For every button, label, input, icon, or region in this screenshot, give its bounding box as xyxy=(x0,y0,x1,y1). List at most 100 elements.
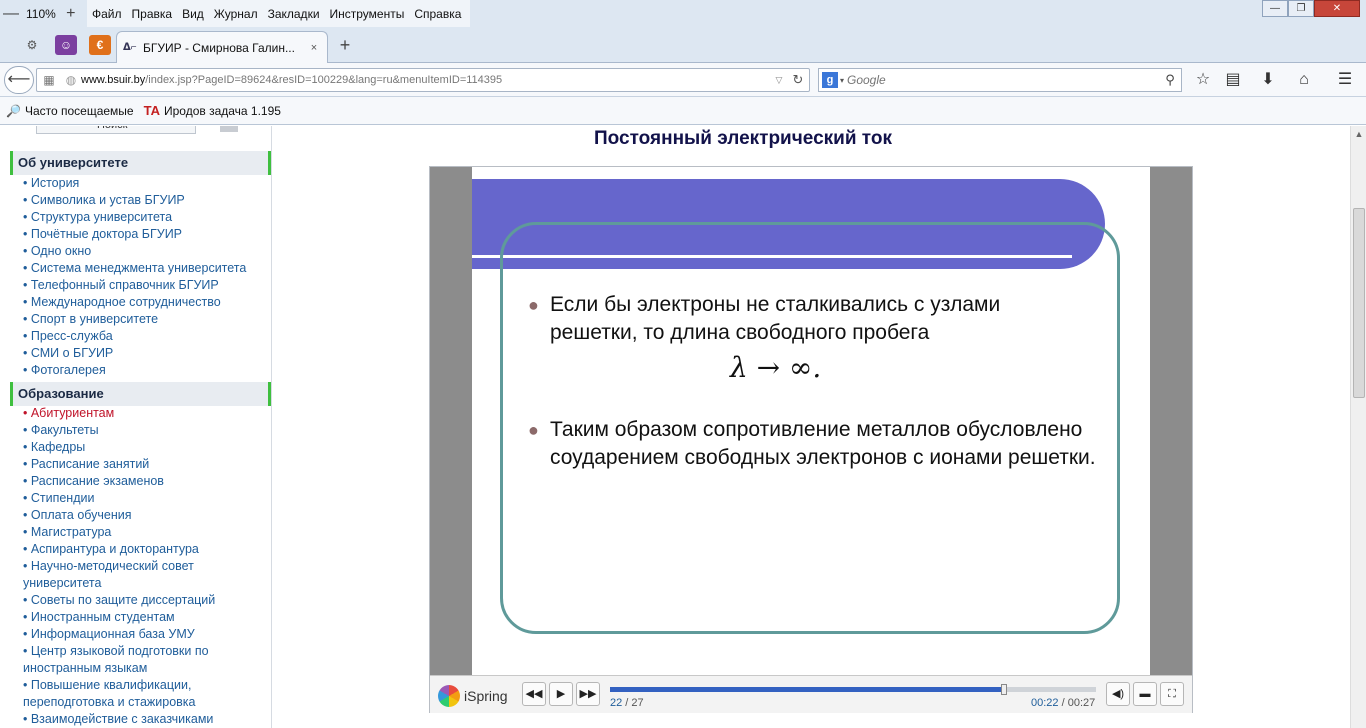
search-input[interactable] xyxy=(847,73,1159,87)
progress-track[interactable] xyxy=(610,684,1096,695)
mask-icon[interactable]: ☺ xyxy=(55,35,77,55)
bookmarks-toolbar: 🔎 Часто посещаемые TA Иродов задача 1.19… xyxy=(0,97,1366,125)
search-engine-selector[interactable]: g ▾ xyxy=(819,69,847,91)
restore-button[interactable]: ❐ xyxy=(1288,0,1314,17)
new-tab-button[interactable]: + xyxy=(335,35,355,55)
sidebar-item-tuition[interactable]: • Оплата обучения xyxy=(23,507,263,524)
page-title: Постоянный электрический ток xyxy=(594,128,892,149)
sidebar-item-exam-schedule[interactable]: • Расписание экзаменов xyxy=(23,473,263,490)
bullet-dot-icon: ● xyxy=(528,420,539,440)
next-slide-button[interactable]: ▶▶ xyxy=(576,682,600,706)
search-icon[interactable]: ⚲ xyxy=(1159,72,1181,88)
menu-history[interactable]: Журнал xyxy=(209,7,263,21)
ispring-player: ● Если бы электроны не сталкивались с уз… xyxy=(429,166,1193,713)
bookmarks-menu-icon[interactable]: ▤ xyxy=(1222,70,1244,90)
previous-slide-button[interactable]: ◀◀ xyxy=(522,682,546,706)
url-bar[interactable]: ▦ ◍ www.bsuir.by/index.jsp?PageID=89624&… xyxy=(36,68,810,92)
gear-icon[interactable]: ⚙ xyxy=(21,35,43,55)
downloads-icon[interactable]: ⬇ xyxy=(1257,70,1279,90)
window-controls: — ❐ ✕ xyxy=(1262,0,1360,17)
back-button[interactable]: ⟵ xyxy=(4,66,34,94)
bullet-dot-icon: ● xyxy=(528,295,539,315)
sidebar-item-honorary-doctors[interactable]: • Почётные доктора БГУИР xyxy=(23,226,263,243)
zoom-controls: — 110% + xyxy=(0,0,82,27)
sidebar-item-methodical-council[interactable]: • Научно-методический совет университета xyxy=(23,558,263,592)
sidebar-item-management-system[interactable]: • Система менеджмента университета xyxy=(23,260,263,277)
frequent-icon: 🔎 xyxy=(6,103,21,118)
progress-fill xyxy=(610,687,1004,692)
fullscreen-button[interactable]: ⛶ xyxy=(1160,682,1184,706)
euro-icon[interactable]: € xyxy=(89,35,111,55)
section-education[interactable]: Образование xyxy=(10,382,271,406)
reload-icon[interactable]: ↻ xyxy=(787,72,809,88)
current-slide: 22 xyxy=(610,697,623,709)
sidebar-item-masters[interactable]: • Магистратура xyxy=(23,524,263,541)
play-button[interactable]: ▶ xyxy=(549,682,573,706)
sidebar-item-scholarships[interactable]: • Стипендии xyxy=(23,490,263,507)
sidebar-item-qualification[interactable]: • Повышение квалификации, переподготовка… xyxy=(23,677,263,711)
menu-help[interactable]: Справка xyxy=(409,7,466,21)
sidebar-item-sport[interactable]: • Спорт в университете xyxy=(23,311,263,328)
sidebar-item-umu-database[interactable]: • Информационная база УМУ xyxy=(23,626,263,643)
scroll-up-icon[interactable]: ▲ xyxy=(1351,126,1366,142)
bookmark-frequent[interactable]: 🔎 Часто посещаемые xyxy=(6,104,134,118)
sidebar-item-international[interactable]: • Международное сотрудничество xyxy=(23,294,263,311)
site-search-button[interactable] xyxy=(220,126,238,132)
sidebar-item-applicants[interactable]: • Абитуриентам xyxy=(23,405,263,422)
scroll-thumb[interactable] xyxy=(1353,208,1365,398)
sidebar: Поиск Об университете • История • Символ… xyxy=(0,126,272,728)
volume-icon[interactable]: ◀) xyxy=(1106,682,1130,706)
time-display: 00:22 / 00:27 xyxy=(1031,697,1095,709)
sidebar-item-phone-directory[interactable]: • Телефонный справочник БГУИР xyxy=(23,277,263,294)
sidebar-item-customers[interactable]: • Взаимодействие с заказчиками xyxy=(23,711,263,728)
home-icon[interactable]: ⌂ xyxy=(1293,70,1315,90)
sidebar-item-postgraduate[interactable]: • Аспирантура и докторантура xyxy=(23,541,263,558)
slide-bullet-1: ● Если бы электроны не сталкивались с уз… xyxy=(528,291,1088,347)
close-window-button[interactable]: ✕ xyxy=(1314,0,1360,17)
minimize-button[interactable]: — xyxy=(1262,0,1288,17)
sidebar-item-structure[interactable]: • Структура университета xyxy=(23,209,263,226)
sidebar-item-history[interactable]: • История xyxy=(23,175,263,192)
section-about[interactable]: Об университете xyxy=(10,151,271,175)
menu-tools[interactable]: Инструменты xyxy=(325,7,410,21)
zoom-level[interactable]: 110% xyxy=(22,7,60,21)
zoom-out-button[interactable]: — xyxy=(0,3,22,25)
tab-close-icon[interactable]: × xyxy=(307,42,321,54)
menu-bookmarks[interactable]: Закладки xyxy=(263,7,325,21)
sidebar-item-faculties[interactable]: • Факультеты xyxy=(23,422,263,439)
tab-bsuir[interactable]: ᐃ⌐ БГУИР - Смирнова Галин... × xyxy=(116,31,328,63)
hamburger-menu-icon[interactable]: ☰ xyxy=(1334,70,1356,90)
sidebar-item-media[interactable]: • СМИ о БГУИР xyxy=(23,345,263,362)
site-search-field[interactable]: Поиск xyxy=(36,126,196,134)
page-content: Поиск Об университете • История • Символ… xyxy=(0,126,1350,728)
zoom-in-button[interactable]: + xyxy=(60,3,82,25)
tab-groups-icon[interactable]: ▦ xyxy=(37,73,61,87)
sidebar-item-one-window[interactable]: • Одно окно xyxy=(23,243,263,260)
globe-icon: ◍ xyxy=(65,73,77,87)
url-dropdown-icon[interactable]: ▽ xyxy=(771,75,787,86)
sidebar-item-gallery[interactable]: • Фотогалерея xyxy=(23,362,263,379)
menu-file[interactable]: Файл xyxy=(87,7,127,21)
menu-view[interactable]: Вид xyxy=(177,7,209,21)
google-icon: g xyxy=(821,72,838,88)
sidebar-item-dissertation-councils[interactable]: • Советы по защите диссертаций xyxy=(23,592,263,609)
page-scrollbar[interactable]: ▲ xyxy=(1350,126,1366,728)
education-links: • Абитуриентам • Факультеты • Кафедры • … xyxy=(23,405,263,728)
menu-edit[interactable]: Правка xyxy=(127,7,178,21)
bookmark-label: Иродов задача 1.195 xyxy=(163,103,281,118)
outline-button[interactable]: ▬ xyxy=(1133,682,1157,706)
url-text[interactable]: www.bsuir.by/index.jsp?PageID=89624&resI… xyxy=(81,74,771,86)
sidebar-item-language-center[interactable]: • Центр языковой подготовки по иностранн… xyxy=(23,643,263,677)
progress-handle[interactable] xyxy=(1000,684,1007,695)
sidebar-item-foreign-students[interactable]: • Иностранным студентам xyxy=(23,609,263,626)
ta-icon: TA xyxy=(143,103,160,118)
current-time: 00:22 xyxy=(1031,697,1059,709)
sidebar-item-schedule[interactable]: • Расписание занятий xyxy=(23,456,263,473)
ispring-brand: iSpring xyxy=(464,688,508,704)
bookmark-irodov[interactable]: TA Иродов задача 1.195 xyxy=(144,103,281,118)
sidebar-item-symbols[interactable]: • Символика и устав БГУИР xyxy=(23,192,263,209)
sidebar-item-press[interactable]: • Пресс-служба xyxy=(23,328,263,345)
sidebar-item-departments[interactable]: • Кафедры xyxy=(23,439,263,456)
slide-bullet-2: ● Таким образом сопротивление металлов о… xyxy=(528,416,1098,472)
bookmark-star-icon[interactable]: ☆ xyxy=(1192,70,1214,90)
